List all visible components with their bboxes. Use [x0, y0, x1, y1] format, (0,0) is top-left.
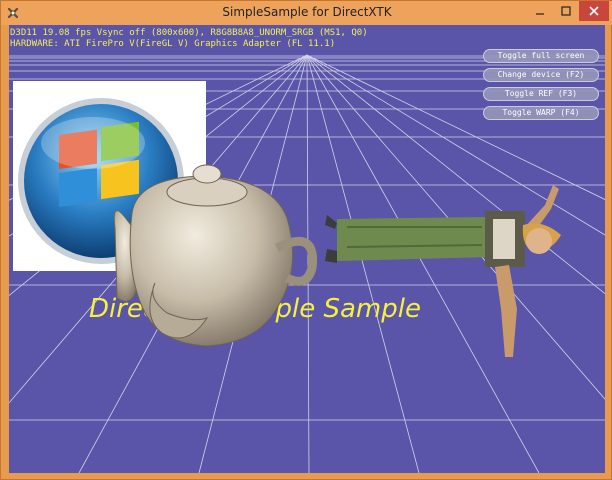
close-button[interactable] — [579, 1, 609, 21]
dude-character-model — [325, 185, 561, 357]
app-window: SimpleSample for DirectXTK D3D11 19.08 f… — [0, 0, 612, 480]
render-viewport[interactable]: D3D11 19.08 fps Vsync off (800x600), R8G… — [9, 25, 605, 473]
minimize-icon — [536, 13, 544, 15]
stats-line-2: HARDWARE: ATI FirePro V(FireGL V) Graphi… — [10, 39, 336, 49]
maximize-button[interactable] — [553, 1, 579, 21]
close-icon — [589, 6, 599, 16]
maximize-icon — [561, 6, 571, 16]
toggle-ref-button[interactable]: Toggle REF (F3) — [483, 87, 599, 101]
stats-line-1: D3D11 19.08 fps Vsync off (800x600), R8G… — [10, 28, 368, 38]
title-bar[interactable]: SimpleSample for DirectXTK — [1, 1, 612, 25]
window-title: SimpleSample for DirectXTK — [222, 5, 392, 19]
toggle-full-screen-button[interactable]: Toggle full screen — [483, 49, 599, 63]
minimize-button[interactable] — [527, 1, 553, 21]
toggle-warp-button[interactable]: Toggle WARP (F4) — [483, 106, 599, 120]
change-device-button[interactable]: Change device (F2) — [483, 68, 599, 82]
teapot-model — [113, 164, 317, 347]
stats-overlay: D3D11 19.08 fps Vsync off (800x600), R8G… — [10, 28, 368, 50]
